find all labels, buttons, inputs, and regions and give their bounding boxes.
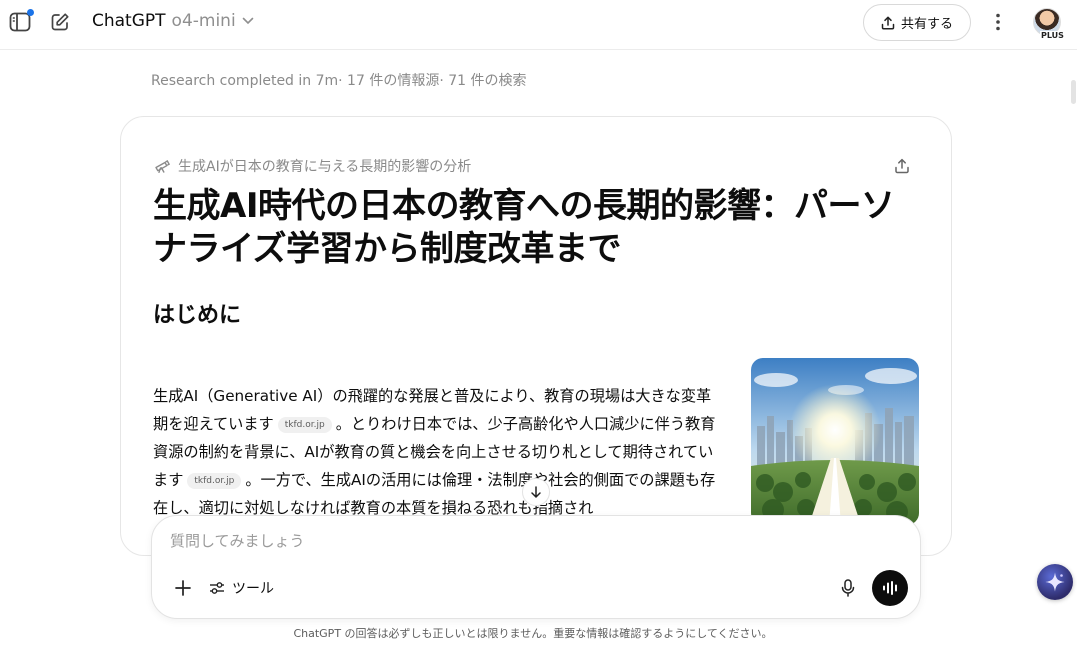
tools-button[interactable]: ツール: [209, 577, 274, 599]
report-title: 生成AI時代の日本の教育への長期的影響：パーソナライズ学習から制度改革まで: [153, 186, 895, 269]
report-image[interactable]: [751, 358, 919, 525]
voice-wave-icon: [883, 581, 897, 595]
section-heading: はじめに: [153, 303, 242, 328]
arrow-down-icon: [531, 486, 541, 498]
research-status: Research completed in 7m· 17 件の情報源· 71 件…: [151, 73, 527, 89]
intro-paragraph: 生成AI（Generative AI）の飛躍的な発展と普及により、教育の現場は大…: [153, 382, 725, 522]
voice-mode-button[interactable]: [872, 570, 908, 606]
model-selector[interactable]: ChatGPT o4-mini: [92, 11, 254, 31]
share-label: 共有する: [900, 17, 953, 32]
microphone-icon[interactable]: [838, 578, 858, 598]
chevron-down-icon: [242, 17, 253, 25]
scrollbar-thumb[interactable]: [1071, 80, 1076, 104]
new-chat-icon[interactable]: [48, 10, 72, 34]
sliders-icon: [210, 582, 224, 594]
add-attachment-icon[interactable]: [172, 577, 194, 599]
tools-label: ツール: [232, 581, 274, 597]
upload-icon: [881, 16, 895, 29]
prompt-input[interactable]: [170, 532, 850, 550]
top-bar: ChatGPT o4-mini 共有する PLUS: [0, 0, 1077, 50]
plan-badge: PLUS: [1040, 31, 1065, 40]
composer: ツール: [151, 515, 921, 619]
scroll-down-button[interactable]: [522, 478, 550, 506]
model-label: o4-mini: [171, 11, 236, 31]
brand-label: ChatGPT: [92, 11, 166, 31]
disclaimer: ChatGPT の回答は必ずしも正しいとは限りません。重要な情報は確認するように…: [293, 627, 773, 640]
share-button[interactable]: 共有する: [863, 4, 971, 41]
telescope-icon: [155, 160, 170, 173]
notification-dot: [27, 9, 34, 16]
citation-chip[interactable]: tkfd.or.jp: [277, 417, 332, 433]
sidebar-toggle-icon[interactable]: [8, 9, 34, 34]
report-topic: 生成AIが日本の教育に与える長期的影響の分析: [154, 156, 471, 176]
export-icon[interactable]: [893, 157, 911, 175]
more-options-icon[interactable]: [987, 10, 1009, 34]
report-topic-label: 生成AIが日本の教育に与える長期的影響の分析: [178, 159, 472, 175]
citation-chip[interactable]: tkfd.or.jp: [187, 473, 242, 489]
sparkle-icon: [1045, 572, 1065, 592]
assistant-sparkle-button[interactable]: [1037, 564, 1073, 600]
